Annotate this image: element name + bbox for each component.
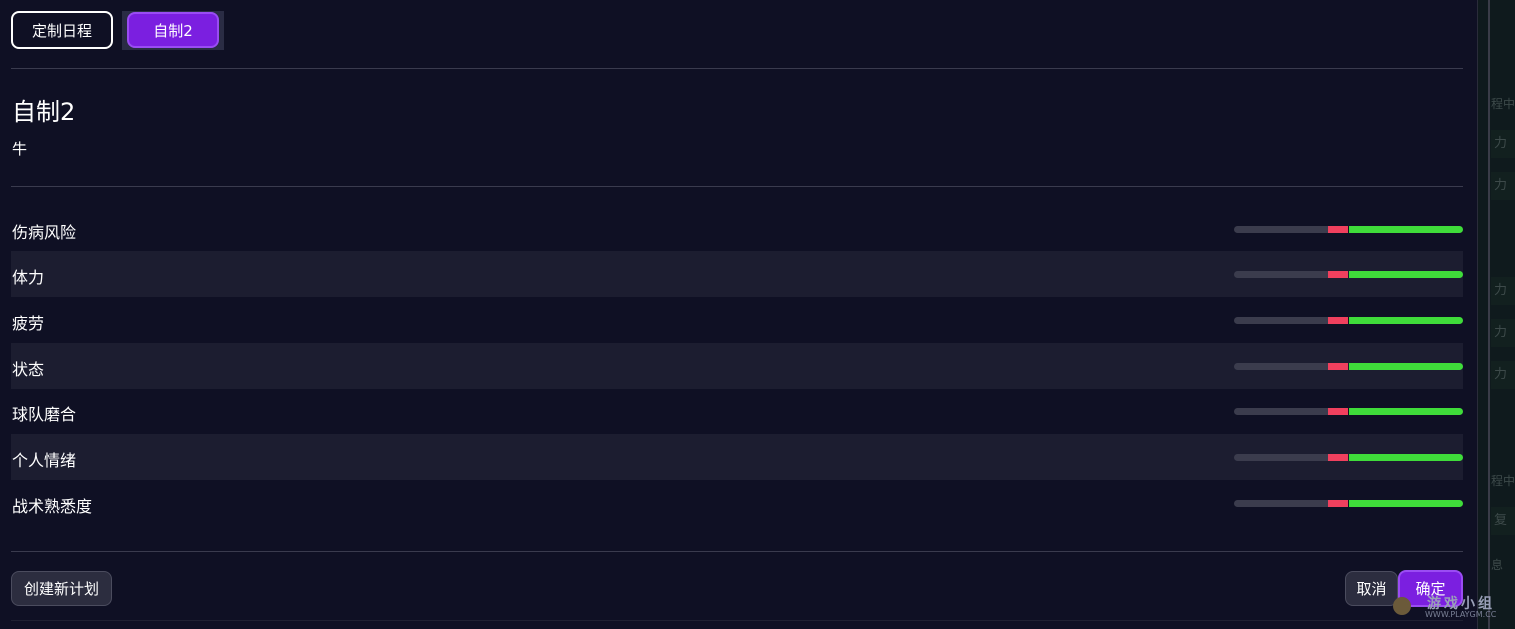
attribute-label: 疲劳 [12,314,45,333]
create-new-plan-button[interactable]: 创建新计划 [11,571,112,606]
bar-positive-segment [1349,454,1463,461]
background-chip: 力 [1491,361,1515,389]
bar-negative-segment [1328,226,1348,233]
attribute-effect-bar [1234,500,1463,507]
bar-track [1234,454,1328,461]
background-chip: 力 [1491,319,1515,347]
background-chip: 力 [1491,172,1515,200]
attribute-row-tactical-familiarity: 战术熟悉度 [11,480,1463,526]
panel-edge [1488,0,1490,629]
bar-negative-segment [1328,408,1348,415]
bar-positive-segment [1349,408,1463,415]
background-text: 息 [1491,558,1504,572]
tab-self-made-2[interactable]: 自制2 [127,12,219,48]
attribute-effect-bar [1234,363,1463,370]
background-text: 程中 [1491,97,1515,111]
attribute-row-fatigue: 疲劳 [11,297,1463,343]
bar-track [1234,408,1328,415]
bar-negative-segment [1328,500,1348,507]
bar-negative-segment [1328,317,1348,324]
plan-title: 自制2 [12,98,76,126]
confirm-button[interactable]: 确定 [1398,570,1463,607]
attribute-label: 体力 [12,268,45,287]
bar-positive-segment [1349,363,1463,370]
attribute-effect-bar [1234,271,1463,278]
schedule-dialog: 定制日程 自制2 自制2 牛 伤病风险 体力 疲劳 状态 球队磨合 个人情绪 战… [0,0,1477,629]
attribute-label: 伤病风险 [12,223,77,242]
background-chip: 复 [1491,507,1515,535]
tab-custom-schedule[interactable]: 定制日程 [11,11,113,49]
bar-positive-segment [1349,500,1463,507]
divider [11,68,1463,69]
attribute-row-team-cohesion: 球队磨合 [11,388,1463,434]
attribute-row-injury-risk: 伤病风险 [11,206,1463,252]
attribute-effect-bar [1234,317,1463,324]
bar-track [1234,363,1328,370]
attribute-effect-bar [1234,408,1463,415]
bar-negative-segment [1328,454,1348,461]
bar-positive-segment [1349,226,1463,233]
divider [11,551,1463,552]
bar-positive-segment [1349,271,1463,278]
attribute-label: 状态 [12,360,45,379]
attribute-label: 球队磨合 [12,405,77,424]
bar-negative-segment [1328,363,1348,370]
divider [11,186,1463,187]
attribute-row-stamina: 体力 [11,251,1463,297]
bar-track [1234,226,1328,233]
cancel-button[interactable]: 取消 [1345,571,1398,606]
background-chip: 力 [1491,130,1515,158]
bottom-edge [11,620,1463,621]
bar-positive-segment [1349,317,1463,324]
bar-negative-segment [1328,271,1348,278]
bar-track [1234,317,1328,324]
attribute-label: 战术熟悉度 [12,497,93,516]
attribute-effect-bar [1234,226,1463,233]
background-text: 程中 [1491,474,1515,488]
bar-track [1234,271,1328,278]
attribute-row-form: 状态 [11,343,1463,389]
plan-subtitle: 牛 [12,140,28,158]
attribute-label: 个人情绪 [12,451,77,470]
background-chip: 力 [1491,277,1515,305]
attribute-row-morale: 个人情绪 [11,434,1463,480]
attribute-effect-bar [1234,454,1463,461]
bar-track [1234,500,1328,507]
